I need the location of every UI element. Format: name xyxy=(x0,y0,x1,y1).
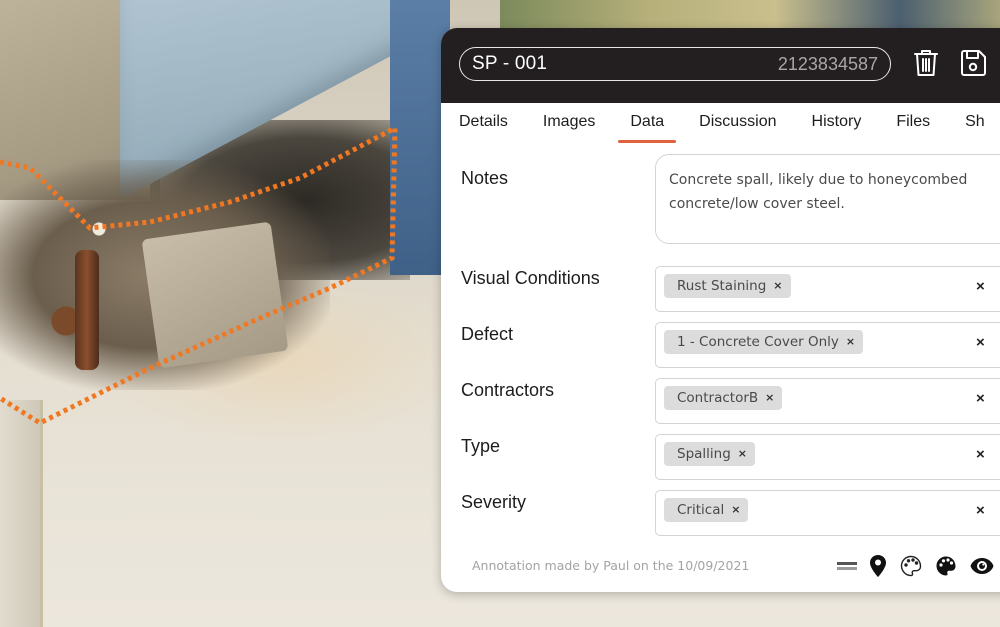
tab-data[interactable]: Data xyxy=(618,103,676,143)
tab-discussion[interactable]: Discussion xyxy=(699,103,776,143)
tab-files[interactable]: Files xyxy=(896,103,930,143)
trash-icon xyxy=(914,50,938,76)
eye-icon xyxy=(970,558,994,574)
palette-outline-icon xyxy=(900,555,922,577)
notes-textarea[interactable]: Concrete spall, likely due to honeycombe… xyxy=(655,154,1000,244)
clear-selection-icon[interactable]: × xyxy=(976,390,985,407)
drag-handle-icon xyxy=(837,562,857,570)
clear-selection-icon[interactable]: × xyxy=(976,334,985,351)
contractors-chip: ContractorB × xyxy=(664,386,783,410)
visual-conditions-select[interactable]: Rust Staining × × xyxy=(655,266,1000,312)
record-code: SP - 001 xyxy=(472,53,548,74)
annotation-panel: SP - 001 2123834587 Details Images Data Dis… xyxy=(441,28,1000,592)
type-label: Type xyxy=(461,436,501,456)
drag-handle-button[interactable] xyxy=(834,553,860,579)
clear-selection-icon[interactable]: × xyxy=(976,278,985,295)
defect-label: Defect xyxy=(461,324,514,344)
panel-footer: Annotation made by Paul on the 10/09/202… xyxy=(441,548,1000,592)
chip-label: ContractorB xyxy=(677,390,759,406)
record-number: 2123834587 xyxy=(777,53,878,74)
severity-chip: Critical × xyxy=(664,498,749,522)
location-button[interactable] xyxy=(865,553,891,579)
contractors-label: Contractors xyxy=(461,380,555,400)
visibility-button[interactable] xyxy=(969,553,995,579)
chip-label: Rust Staining xyxy=(677,278,767,294)
tab-images[interactable]: Images xyxy=(543,103,595,143)
severity-select[interactable]: Critical × × xyxy=(655,490,1000,536)
fill-color-button[interactable] xyxy=(933,553,959,579)
type-chip: Spalling × xyxy=(664,442,756,466)
outline-color-button[interactable] xyxy=(898,553,924,579)
defect-chip: 1 - Concrete Cover Only × xyxy=(664,330,864,354)
tab-history[interactable]: History xyxy=(812,103,862,143)
chip-remove-icon[interactable]: × xyxy=(765,386,774,410)
panel-header: SP - 001 2123834587 xyxy=(441,28,1000,103)
map-pin-icon xyxy=(870,555,886,577)
chip-label: Critical xyxy=(677,502,725,518)
chip-remove-icon[interactable]: × xyxy=(738,442,747,466)
chip-label: 1 - Concrete Cover Only xyxy=(677,334,839,350)
chip-remove-icon[interactable]: × xyxy=(731,498,740,522)
clear-selection-icon[interactable]: × xyxy=(976,446,985,463)
defect-select[interactable]: 1 - Concrete Cover Only × × xyxy=(655,322,1000,368)
annotation-credit: Annotation made by Paul on the 10/09/202… xyxy=(472,558,750,573)
severity-label: Severity xyxy=(461,492,527,512)
notes-label: Notes xyxy=(461,168,509,188)
chip-label: Spalling xyxy=(677,446,731,462)
visual-conditions-chip: Rust Staining × xyxy=(664,274,791,298)
type-select[interactable]: Spalling × × xyxy=(655,434,1000,480)
chip-remove-icon[interactable]: × xyxy=(773,274,782,298)
tab-details[interactable]: Details xyxy=(459,103,508,143)
annotation-polygon[interactable] xyxy=(0,123,398,426)
tab-sh[interactable]: Sh xyxy=(965,103,985,143)
tab-bar: Details Images Data Discussion History Files S… xyxy=(441,103,1000,143)
delete-button[interactable] xyxy=(911,46,941,80)
record-id-field[interactable]: SP - 001 2123834587 xyxy=(459,47,891,81)
floppy-disk-icon xyxy=(961,50,986,76)
contractors-select[interactable]: ContractorB × × xyxy=(655,378,1000,424)
clear-selection-icon[interactable]: × xyxy=(976,502,985,519)
save-button[interactable] xyxy=(958,46,988,80)
chip-remove-icon[interactable]: × xyxy=(846,330,855,354)
visual-conditions-label: Visual Conditions xyxy=(461,268,600,288)
palette-filled-icon xyxy=(936,556,956,576)
